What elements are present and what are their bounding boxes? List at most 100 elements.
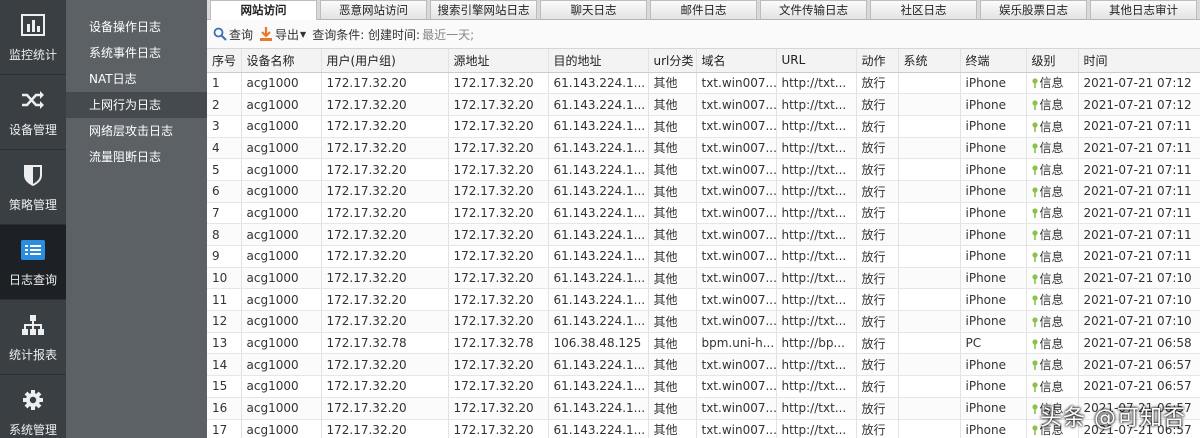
table-cell: 10 (207, 267, 242, 290)
table-row[interactable]: 8 acg1000 172.17.32.20 172.17.32.20 61.143.2… (207, 223, 1200, 246)
table-cell: iPhone (960, 245, 1027, 268)
table-cell: 172.17.32.20 (448, 115, 549, 138)
table-cell: 172.17.32.20 (321, 115, 449, 138)
export-button[interactable]: 导出 ▼ (259, 26, 306, 43)
table-cell: http://txt... (776, 353, 857, 377)
table-cell: 172.17.32.20 (448, 353, 549, 377)
info-level-icon (1031, 338, 1038, 349)
column-header[interactable]: 域名 (696, 49, 777, 73)
tab-malicious-site[interactable]: 恶意网站访问 (320, 0, 427, 19)
table-cell: 2021-07-21 07:10 (1078, 288, 1200, 312)
table-row[interactable]: 13 acg1000 172.17.32.78 172.17.32.78 106.38.… (207, 332, 1200, 355)
sidebar-item-nat-log[interactable]: NAT日志 (66, 66, 207, 92)
column-header[interactable]: URL (776, 49, 857, 73)
table-cell: 172.17.32.20 (321, 419, 449, 438)
table-cell: 2021-07-21 07:10 (1078, 310, 1200, 333)
info-level-icon (1031, 317, 1038, 327)
table-row[interactable]: 14 acg1000 172.17.32.20 172.17.32.20 61.143.… (207, 353, 1200, 377)
sidebar-item-internet-behavior-log[interactable]: 上网行为日志 (66, 92, 207, 118)
table-row[interactable]: 9 acg1000 172.17.32.20 172.17.32.20 61.143.2… (207, 245, 1200, 268)
level-label: 信息 (1039, 336, 1064, 351)
query-button[interactable]: 查询 (213, 26, 253, 43)
level-label: 信息 (1039, 184, 1064, 199)
info-level-icon (1031, 295, 1038, 306)
table-cell: 3 (207, 115, 242, 138)
column-header[interactable]: 目的地址 (548, 49, 649, 73)
nav-item-log[interactable]: 日志查询 (0, 225, 66, 300)
table-row[interactable]: 5 acg1000 172.17.32.20 172.17.32.20 61.143.2… (207, 158, 1200, 181)
table-row[interactable]: 3 acg1000 172.17.32.20 172.17.32.20 61.143.2… (207, 115, 1200, 138)
tab-file-transfer[interactable]: 文件传输日志 (760, 0, 867, 19)
column-header[interactable]: 动作 (856, 49, 899, 73)
column-header[interactable]: url分类 (648, 49, 697, 73)
table-cell: http://txt... (776, 288, 857, 312)
tab-chat[interactable]: 聊天日志 (540, 0, 647, 19)
tab-website-access[interactable]: 网站访问 (210, 0, 317, 20)
column-header[interactable]: 终端 (960, 49, 1027, 73)
column-header[interactable]: 系统 (898, 49, 961, 73)
table-cell: http://txt... (776, 137, 857, 160)
nav-item-policy[interactable]: 策略管理 (0, 150, 66, 225)
table-cell (898, 310, 961, 333)
table-cell: 172.17.32.20 (448, 202, 549, 225)
table-cell: http://txt... (776, 419, 857, 438)
nav-item-report[interactable]: 统计报表 (0, 300, 66, 375)
nav-item-device[interactable]: 设备管理 (0, 75, 66, 150)
table-row[interactable]: 4 acg1000 172.17.32.20 172.17.32.20 61.143.2… (207, 137, 1200, 160)
table-row[interactable]: 6 acg1000 172.17.32.20 172.17.32.20 61.143.2… (207, 180, 1200, 203)
table-cell: 放行 (856, 245, 899, 268)
table-cell (898, 288, 961, 312)
sidebar-item-system-event-log[interactable]: 系统事件日志 (66, 40, 207, 66)
tab-search-engine[interactable]: 搜索引擎网站日志 (430, 0, 537, 19)
table-cell: 放行 (856, 93, 899, 116)
table-cell: http://txt... (776, 397, 857, 420)
table-cell: 其他 (648, 310, 697, 333)
level-label: 信息 (1039, 228, 1064, 243)
export-icon (260, 27, 273, 41)
sidebar-item-traffic-block-log[interactable]: 流量阻断日志 (66, 144, 207, 170)
table-cell: 放行 (856, 375, 899, 398)
tab-other-audit[interactable]: 其他日志审计 (1090, 0, 1197, 19)
column-header[interactable]: 序号 (207, 49, 242, 73)
table-cell: 61.143.224.1... (548, 419, 649, 438)
table-cell: 13 (207, 332, 242, 355)
column-header[interactable]: 源地址 (448, 49, 549, 73)
table-row[interactable]: 1 acg1000 172.17.32.20 172.17.32.20 61.143.2… (207, 72, 1200, 95)
table-cell: acg1000 (241, 72, 322, 95)
chevron-down-icon: ▼ (300, 29, 307, 39)
table-row[interactable]: 10 acg1000 172.17.32.20 172.17.32.20 61.143.… (207, 267, 1200, 290)
table-row[interactable]: 12 acg1000 172.17.32.20 172.17.32.20 61.143.… (207, 310, 1200, 333)
column-header[interactable]: 设备名称 (241, 49, 322, 73)
sidebar-item-device-op-log[interactable]: 设备操作日志 (66, 14, 207, 40)
table-cell: 61.143.224.1... (548, 288, 649, 312)
nav-item-label: 监控统计 (8, 47, 57, 62)
tab-community[interactable]: 社区日志 (870, 0, 977, 19)
table-cell: 放行 (856, 223, 899, 246)
table-row[interactable]: 15 acg1000 172.17.32.20 172.17.32.20 61.143.… (207, 375, 1200, 398)
table-cell: http://txt... (776, 245, 857, 268)
table-row[interactable]: 11 acg1000 172.17.32.20 172.17.32.20 61.143.… (207, 288, 1200, 312)
table-row[interactable]: 2 acg1000 172.17.32.20 172.17.32.20 61.143.2… (207, 93, 1200, 116)
table-cell: 信息 (1026, 310, 1079, 333)
sidebar-item-network-attack-log[interactable]: 网络层攻击日志 (66, 118, 207, 144)
table-cell: acg1000 (241, 267, 322, 290)
column-header[interactable]: 用户(用户组) (321, 49, 449, 73)
table-cell: 61.143.224.1... (548, 158, 649, 181)
table-cell: 放行 (856, 332, 899, 355)
tab-entertainment-stock[interactable]: 娱乐股票日志 (980, 0, 1087, 19)
table-cell: 放行 (856, 288, 899, 312)
table-cell: 14 (207, 353, 242, 377)
column-header[interactable]: 时间 (1078, 49, 1200, 73)
nav-item-monitor[interactable]: 监控统计 (0, 0, 66, 75)
tab-mail[interactable]: 邮件日志 (650, 0, 757, 19)
table-cell (898, 245, 961, 268)
table-cell: 其他 (648, 353, 697, 377)
nav-item-system[interactable]: 系统管理 (0, 375, 66, 438)
table-cell: acg1000 (241, 353, 322, 377)
column-header[interactable]: 级别 (1026, 49, 1079, 73)
table-cell: txt.win007... (696, 310, 777, 333)
bar-chart-icon (20, 12, 46, 38)
level-label: 信息 (1039, 163, 1064, 178)
table-cell: 其他 (648, 419, 697, 438)
table-row[interactable]: 7 acg1000 172.17.32.20 172.17.32.20 61.143.2… (207, 202, 1200, 225)
